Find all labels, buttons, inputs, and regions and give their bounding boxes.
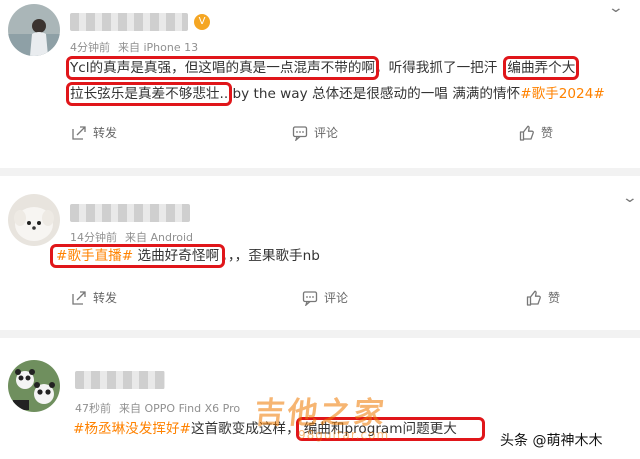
avatar[interactable] <box>8 194 60 246</box>
like-label: 赞 <box>548 291 561 305</box>
like-button[interactable]: 赞 <box>519 124 553 141</box>
avatar-image <box>8 4 60 56</box>
section-divider <box>0 168 640 176</box>
like-button[interactable]: 赞 <box>526 289 560 306</box>
comment-post-1: V 4分钟前 来自 iPhone 13 ⌄ Ycl的真声是真强，但这唱的真是一点混… <box>0 0 640 180</box>
comment-icon <box>302 290 318 306</box>
text-segment: 选曲好奇怪啊 <box>133 248 220 264</box>
text-segment: ，听得我抓了一把汗 <box>375 60 498 76</box>
hashtag-link[interactable]: #杨丞琳没发挥好# <box>73 421 191 437</box>
avatar[interactable] <box>8 4 60 56</box>
highlight-box: 编曲弄个大 <box>503 56 580 80</box>
share-button[interactable]: 转发 <box>71 289 117 306</box>
hashtag-link[interactable]: #歌手2024# <box>520 86 605 102</box>
chevron-down-icon[interactable]: ⌄ <box>622 190 638 206</box>
highlight-box: Ycl的真声是真强，但这唱的真是一点混声不带的啊 <box>65 56 380 80</box>
comment-icon <box>292 125 308 141</box>
timestamp: 14分钟前 <box>70 231 117 244</box>
chevron-down-icon[interactable]: ⌄ <box>608 0 624 16</box>
timestamp: 47秒前 <box>75 402 111 415</box>
avatar[interactable] <box>8 360 60 412</box>
like-icon <box>519 125 534 141</box>
text-segment: by the way 总体还是很感动的一唱 满满的情怀 <box>228 86 521 102</box>
comment-button[interactable]: 评论 <box>292 124 338 141</box>
comment-label: 评论 <box>324 291 349 305</box>
username[interactable] <box>70 204 190 222</box>
comment-text: #歌手直播# 选曲好奇怪啊 ，，，歪果歌手nb <box>49 244 320 268</box>
watermark-url: 98guitar.com <box>298 428 390 442</box>
share-icon <box>72 125 86 140</box>
like-icon <box>526 290 541 306</box>
post-meta: 4分钟前 来自 iPhone 13 <box>70 39 198 55</box>
comment-text-line-2: 拉长弦乐是真差不够悲壮.. by the way 总体还是很感动的一唱 满满的情… <box>65 82 605 106</box>
source-attribution: 头条 @萌神木木 <box>496 429 607 451</box>
comment-label: 评论 <box>314 126 339 140</box>
device-source: 来自 Android <box>125 231 194 244</box>
comment-text: Ycl的真声是真强，但这唱的真是一点混声不带的啊，听得我抓了一把汗 编曲弄个大 <box>65 56 580 80</box>
vip-badge-icon: V <box>194 14 210 30</box>
device-source: 来自 iPhone 13 <box>118 41 199 54</box>
comment-post-2: 14分钟前 来自 Android ⌄ #歌手直播# 选曲好奇怪啊 ，，，歪果歌手nb… <box>0 176 640 336</box>
text-segment: ，，，歪果歌手nb <box>221 248 320 264</box>
comment-button[interactable]: 评论 <box>302 289 348 306</box>
highlight-box: 拉长弦乐是真差不够悲壮.. <box>65 82 233 106</box>
highlight-box: #歌手直播# 选曲好奇怪啊 <box>49 244 226 268</box>
device-source: 来自 OPPO Find X6 Pro <box>119 402 241 415</box>
username[interactable] <box>75 371 165 389</box>
timestamp: 4分钟前 <box>70 41 110 54</box>
share-icon <box>72 290 86 305</box>
hashtag-link[interactable]: #歌手直播# <box>56 248 133 264</box>
share-label: 转发 <box>93 126 118 140</box>
share-button[interactable]: 转发 <box>71 124 117 141</box>
post-meta: 47秒前 来自 OPPO Find X6 Pro <box>75 400 240 416</box>
like-label: 赞 <box>541 126 554 140</box>
avatar-image <box>8 360 60 412</box>
username[interactable] <box>70 13 188 31</box>
post-meta: 14分钟前 来自 Android <box>70 229 193 245</box>
avatar-image <box>8 194 60 246</box>
share-label: 转发 <box>93 291 118 305</box>
section-divider <box>0 330 640 338</box>
watermark-logo: 吉他之家 <box>252 396 389 431</box>
